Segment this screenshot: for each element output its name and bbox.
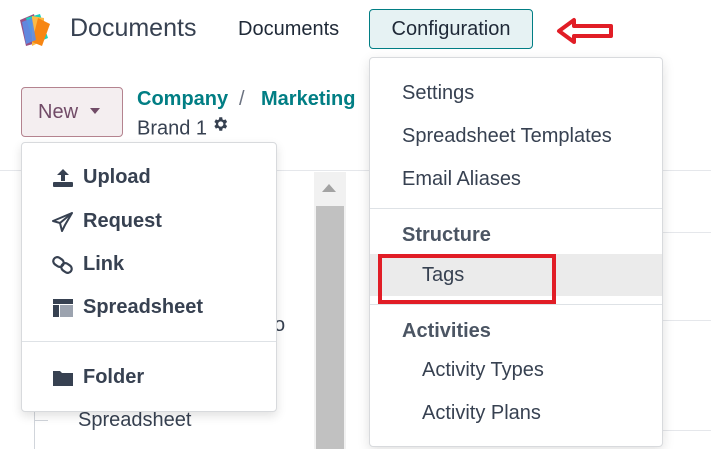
annotation-highlight-box — [378, 254, 556, 304]
link-icon — [52, 256, 73, 274]
breadcrumb-company[interactable]: Company — [137, 88, 228, 111]
new-button-label: New — [38, 101, 79, 123]
tree-line — [34, 420, 48, 421]
menu-item-label: Spreadsheet — [83, 296, 204, 318]
nav-documents[interactable]: Documents — [238, 18, 339, 41]
menu-item-label: Link — [83, 253, 125, 275]
menu-item-activity-types[interactable]: Activity Types — [422, 359, 544, 382]
menu-item-spreadsheet-templates[interactable]: Spreadsheet Templates — [402, 125, 612, 148]
menu-item-settings[interactable]: Settings — [402, 82, 474, 105]
paper-plane-icon — [52, 212, 73, 232]
documents-logo-icon[interactable] — [18, 12, 54, 48]
divider — [663, 232, 711, 233]
scroll-up-arrow-icon[interactable] — [322, 184, 336, 192]
divider — [663, 430, 711, 431]
folder-tree-item-spreadsheet[interactable]: Spreadsheet — [78, 409, 191, 432]
menu-divider — [370, 304, 662, 305]
breadcrumb-current: Brand 1 — [137, 117, 229, 141]
section-header-activities: Activities — [402, 320, 491, 342]
app-title: Documents — [70, 14, 197, 42]
scrollbar-thumb[interactable] — [316, 206, 344, 449]
breadcrumb-marketing[interactable]: Marketing — [261, 88, 355, 111]
divider — [663, 320, 711, 321]
caret-down-icon — [90, 107, 101, 114]
new-dropdown-menu: Upload Request Link Spreadsheet Folder — [21, 142, 277, 412]
section-header-structure: Structure — [402, 224, 491, 246]
breadcrumb-separator: / — [239, 88, 245, 110]
menu-item-email-aliases[interactable]: Email Aliases — [402, 168, 521, 191]
menu-item-label: Folder — [83, 366, 145, 388]
folder-icon — [53, 371, 73, 386]
spreadsheet-icon — [53, 299, 73, 317]
new-button[interactable]: New — [21, 87, 123, 137]
configuration-dropdown-menu: Settings Spreadsheet Templates Email Ali… — [369, 57, 663, 447]
breadcrumb-current-label: Brand 1 — [137, 117, 208, 140]
menu-item-activity-plans[interactable]: Activity Plans — [422, 402, 541, 425]
gear-icon[interactable] — [211, 115, 229, 139]
menu-item-label: Upload — [83, 166, 151, 188]
menu-divider — [370, 208, 662, 209]
upload-icon — [53, 169, 73, 187]
menu-divider — [22, 341, 276, 342]
annotation-arrow-icon — [556, 16, 614, 46]
menu-item-label: Request — [83, 210, 162, 232]
nav-configuration[interactable]: Configuration — [369, 9, 533, 49]
